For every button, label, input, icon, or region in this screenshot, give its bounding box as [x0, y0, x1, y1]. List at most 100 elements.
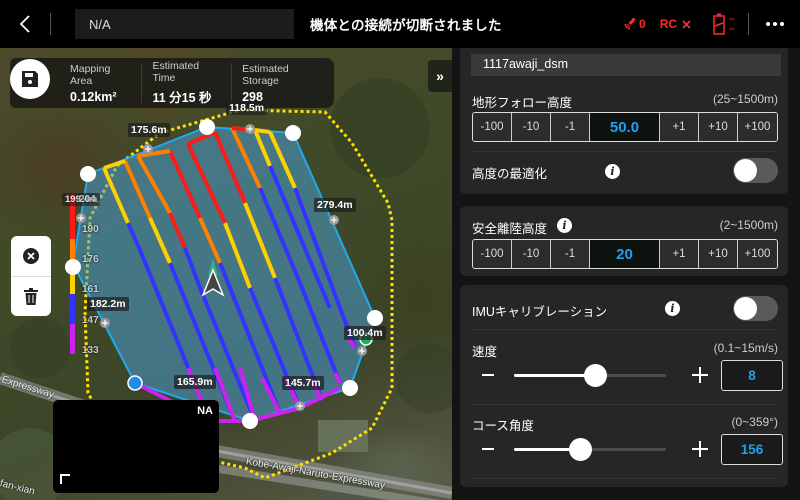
course-angle-slider-row: 156 [472, 434, 783, 465]
rc-status[interactable]: RC [660, 17, 691, 31]
more-horizontal-icon [766, 22, 770, 26]
slider-thumb[interactable] [569, 438, 593, 461]
camera-preview[interactable]: NA [53, 400, 219, 493]
safe-takeoff-value[interactable]: 20 [590, 240, 660, 268]
vertex-handle[interactable] [242, 413, 258, 429]
step-minus-10[interactable]: -10 [512, 113, 551, 141]
altitude-legend-value: 204 [79, 194, 96, 205]
add-vertex-icon[interactable] [143, 144, 153, 154]
divider [472, 404, 778, 405]
altitude-legend-value: 133 [82, 345, 99, 356]
more-dot [780, 22, 784, 26]
altitude-optimization-toggle[interactable] [733, 158, 778, 183]
info-icon[interactable]: i [665, 301, 680, 316]
speed-range: (0.1~15m/s) [713, 341, 778, 355]
step-minus-1[interactable]: -1 [551, 240, 590, 268]
course-angle-slider[interactable] [514, 438, 666, 461]
step-minus-10[interactable]: -10 [512, 240, 551, 268]
step-plus-10[interactable]: +10 [699, 113, 738, 141]
edge-distance-label: 279.4m [314, 198, 356, 212]
altitude-legend-value: 147 [82, 315, 99, 326]
vertex-handle[interactable] [367, 310, 383, 326]
more-menu-button[interactable] [760, 12, 790, 36]
connection-status-message: 機体との接続が切断されました [310, 18, 502, 33]
expand-camera-icon[interactable] [60, 474, 70, 484]
speed-slider-row: 8 [472, 360, 783, 391]
flight-params-card: IMUキャリブレーション i 速度 (0.1~15m/s) 8 コース角度 (0… [460, 285, 788, 487]
slider-fill [514, 374, 595, 377]
terrain-follow-stepper: -100 -10 -1 50.0 +1 +10 +100 [472, 112, 778, 142]
step-minus-1[interactable]: -1 [551, 113, 590, 141]
safe-takeoff-range: (2~1500m) [719, 218, 778, 232]
battery-bottom-value: -- [729, 24, 735, 33]
course-angle-value[interactable]: 156 [721, 434, 783, 465]
divider [50, 13, 51, 35]
info-icon[interactable]: i [605, 164, 620, 179]
add-vertex-icon[interactable] [329, 215, 339, 225]
clear-button[interactable] [11, 236, 51, 276]
step-minus-100[interactable]: -100 [473, 113, 512, 141]
altitude-optimization-title: 高度の最適化 [472, 167, 548, 181]
camera-status: NA [197, 405, 213, 417]
battery-status[interactable]: -- -- [713, 13, 734, 35]
start-point-marker[interactable] [127, 375, 143, 391]
add-vertex-icon[interactable] [76, 213, 86, 223]
divider [748, 13, 749, 35]
stat-value: 0.12km² [70, 89, 117, 104]
stat-value: 11 分15 秒 [152, 91, 212, 105]
step-plus-100[interactable]: +100 [738, 113, 777, 141]
mission-summary-panel: Mapping Area 0.12km² Estimated Time 11 分… [10, 58, 334, 108]
vertex-handle[interactable] [342, 380, 358, 396]
stat-label: Estimated Time [152, 60, 200, 84]
add-vertex-icon[interactable] [245, 124, 255, 134]
speed-value[interactable]: 8 [721, 360, 783, 391]
divider [472, 329, 778, 330]
toggle-knob [734, 159, 757, 182]
speed-title: 速度 [472, 345, 498, 359]
close-circle-icon [23, 247, 39, 264]
edge-distance-label: 100.4m [344, 326, 386, 340]
estimated-storage-stat: Estimated Storage 298 [231, 63, 334, 104]
vertex-handle[interactable] [80, 166, 96, 182]
delete-button[interactable] [11, 275, 51, 317]
gps-status[interactable]: 0 [624, 17, 646, 31]
vertex-handle[interactable] [199, 119, 215, 135]
vertex-handle[interactable] [65, 259, 81, 275]
more-dot [773, 22, 777, 26]
course-angle-decrease-button[interactable] [482, 448, 494, 450]
step-plus-1[interactable]: +1 [660, 240, 699, 268]
mission-file-name: 1117awaji_dsm [483, 57, 569, 71]
add-vertex-icon[interactable] [100, 318, 110, 328]
speed-decrease-button[interactable] [482, 374, 494, 376]
step-plus-100[interactable]: +100 [738, 240, 777, 268]
add-vertex-icon[interactable] [295, 401, 305, 411]
speed-slider[interactable] [514, 364, 666, 387]
slider-thumb[interactable] [583, 364, 607, 387]
stat-label: Mapping Area [70, 62, 111, 87]
expand-panel-button[interactable]: » [428, 60, 452, 92]
back-button[interactable] [0, 0, 50, 48]
safe-takeoff-card: 安全離陸高度 i (2~1500m) -100 -10 -1 20 +1 +10… [460, 206, 788, 276]
edge-distance-label: 165.9m [174, 375, 216, 389]
step-minus-100[interactable]: -100 [473, 240, 512, 268]
save-button[interactable] [10, 59, 50, 99]
battery-readouts: -- -- [729, 15, 735, 33]
imu-calibration-title: IMUキャリブレーション [472, 305, 608, 319]
terrain-follow-value[interactable]: 50.0 [590, 113, 660, 141]
step-plus-1[interactable]: +1 [660, 113, 699, 141]
mission-name: N/A [89, 16, 111, 32]
vertex-handle[interactable] [285, 125, 301, 141]
map-view[interactable]: Mapping Area 0.12km² Estimated Time 11 分… [0, 48, 452, 500]
save-icon [22, 71, 38, 87]
edge-distance-label: 182.2m [87, 297, 129, 311]
speed-increase-button[interactable] [692, 365, 712, 385]
mission-file-field[interactable]: 1117awaji_dsm [471, 54, 781, 76]
edge-distance-label: 118.5m [226, 101, 268, 115]
safe-takeoff-stepper: -100 -10 -1 20 +1 +10 +100 [472, 239, 778, 269]
mission-name-field[interactable]: N/A [75, 9, 294, 39]
step-plus-10[interactable]: +10 [699, 240, 738, 268]
imu-calibration-toggle[interactable] [733, 296, 778, 321]
add-vertex-icon[interactable] [357, 346, 367, 356]
info-icon[interactable]: i [557, 218, 572, 233]
course-angle-increase-button[interactable] [692, 439, 712, 459]
